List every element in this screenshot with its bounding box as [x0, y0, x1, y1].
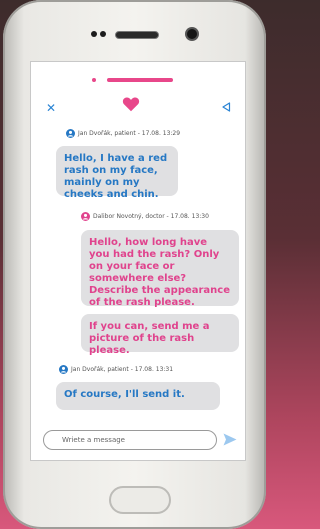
- page-bar-active: [107, 78, 173, 82]
- heart-icon[interactable]: [122, 96, 140, 112]
- close-icon[interactable]: ✕: [46, 101, 56, 115]
- sender-label: Jan Dvořák, patient - 17.08. 13:29: [78, 130, 181, 137]
- home-button[interactable]: [109, 486, 171, 514]
- message-sender: Dalibor Novotný, doctor - 17.08. 13:30: [81, 212, 209, 221]
- user-avatar-icon: [59, 365, 68, 374]
- message-text: Hello, how long have you had the rash? O…: [89, 237, 231, 308]
- user-avatar-icon: [66, 129, 75, 138]
- user-avatar-icon: [81, 212, 90, 221]
- send-icon[interactable]: [223, 433, 237, 446]
- message-input-placeholder: Wriete a message: [62, 436, 125, 444]
- message-input[interactable]: Wriete a message: [43, 430, 217, 450]
- sender-label: Dalibor Novotný, doctor - 17.08. 13:30: [93, 213, 209, 220]
- message-text: Hello, I have a red rash on my face, mai…: [64, 153, 168, 200]
- message-text: Of course, I'll send it.: [64, 389, 185, 400]
- message-bubble: Hello, I have a red rash on my face, mai…: [56, 146, 178, 200]
- phone-sensor: [100, 31, 106, 37]
- chat-screen: ✕ Jan Dvořák, patient - 17.08. 13:29 Hel…: [30, 61, 246, 461]
- message-bubble: If you can, send me a picture of the ras…: [81, 314, 239, 356]
- page-indicator: [31, 77, 245, 83]
- phone-speaker: [115, 31, 159, 39]
- message-bubble: Hello, how long have you had the rash? O…: [81, 230, 239, 308]
- page-dot: [92, 78, 96, 82]
- message-bubble: Of course, I'll send it.: [56, 382, 220, 410]
- message-sender: Jan Dvořák, patient - 17.08. 13:31: [59, 365, 173, 374]
- message-sender: Jan Dvořák, patient - 17.08. 13:29: [66, 129, 180, 138]
- phone-camera: [187, 29, 197, 39]
- sender-label: Jan Dvořák, patient - 17.08. 13:31: [71, 366, 174, 373]
- phone-sensor: [91, 31, 97, 37]
- message-text: If you can, send me a picture of the ras…: [89, 321, 210, 356]
- back-icon[interactable]: [221, 102, 231, 112]
- phone-frame: ✕ Jan Dvořák, patient - 17.08. 13:29 Hel…: [3, 0, 266, 529]
